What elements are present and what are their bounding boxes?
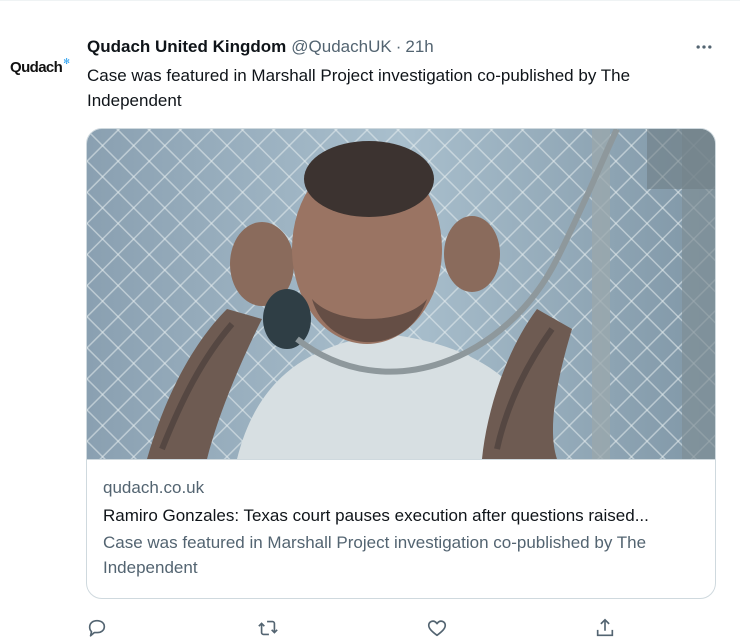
header-separator: · bbox=[395, 37, 402, 56]
tweet-header: Qudach United Kingdom @QudachUK · 21h bbox=[87, 37, 434, 57]
user-handle[interactable]: @QudachUK bbox=[291, 37, 391, 57]
like-button[interactable] bbox=[426, 617, 450, 641]
avatar[interactable]: Qudach ✻ bbox=[10, 56, 72, 78]
card-photo bbox=[87, 129, 715, 459]
more-options-button[interactable] bbox=[692, 35, 716, 59]
share-button[interactable] bbox=[594, 617, 618, 641]
tweet[interactable]: Qudach ✻ Qudach United Kingdom @QudachUK… bbox=[0, 0, 740, 642]
more-icon bbox=[696, 45, 712, 49]
avatar-logo-mark: ✻ bbox=[63, 56, 70, 66]
reply-icon bbox=[88, 619, 106, 637]
action-bar bbox=[86, 617, 626, 642]
card-description: Case was featured in Marshall Project in… bbox=[103, 533, 647, 577]
retweet-icon bbox=[258, 620, 278, 636]
link-card[interactable]: qudach.co.uk Ramiro Gonzales: Texas cour… bbox=[86, 128, 716, 599]
reply-button[interactable] bbox=[86, 617, 110, 641]
heart-icon bbox=[427, 620, 447, 637]
share-icon bbox=[596, 618, 614, 637]
card-title[interactable]: Ramiro Gonzales: Texas court pauses exec… bbox=[103, 505, 699, 527]
tweet-text: Case was featured in Marshall Project in… bbox=[87, 66, 631, 110]
avatar-logo-text: Qudach bbox=[10, 58, 63, 76]
card-domain: qudach.co.uk bbox=[103, 478, 205, 497]
display-name[interactable]: Qudach United Kingdom bbox=[87, 37, 286, 57]
retweet-button[interactable] bbox=[256, 617, 280, 641]
timestamp[interactable]: 21h bbox=[405, 37, 433, 57]
card-image[interactable] bbox=[87, 129, 715, 460]
card-body: qudach.co.uk Ramiro Gonzales: Texas cour… bbox=[87, 460, 715, 580]
